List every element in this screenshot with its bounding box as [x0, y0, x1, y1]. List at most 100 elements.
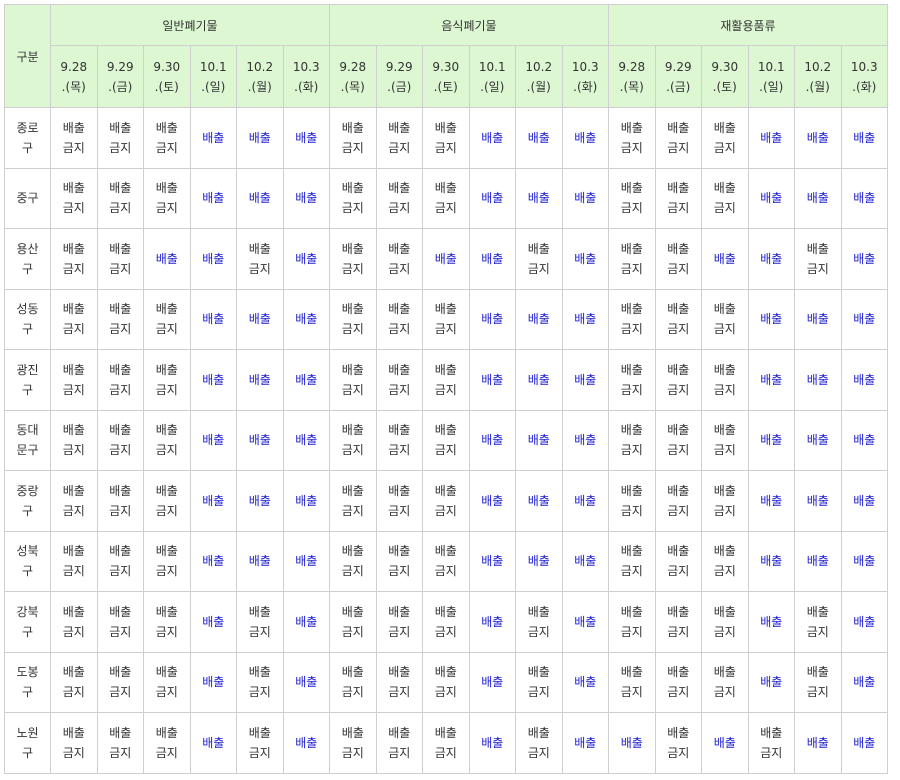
date-day: 10.3 — [571, 59, 599, 74]
date-weekday: .(목) — [619, 79, 644, 94]
date-weekday: .(목) — [61, 79, 86, 94]
date-header: 10.2 .(월) — [515, 45, 563, 108]
district-label: 성동 구 — [16, 302, 39, 337]
district-label: 동대 문구 — [16, 423, 39, 458]
status-allowed: 배출 — [189, 651, 237, 713]
status-allowed: 배출 — [468, 591, 516, 653]
status-banned: 배출 금지 — [654, 591, 702, 653]
status-allowed: 배출 — [561, 530, 609, 592]
category-header: 구분 — [4, 4, 51, 108]
status-label: 배출 — [760, 554, 783, 569]
date-weekday: .(월) — [805, 79, 830, 94]
status-allowed: 배출 — [840, 167, 888, 229]
status-allowed: 배출 — [515, 470, 563, 532]
status-label: 배출 — [481, 372, 504, 387]
status-label: 배출 — [806, 312, 829, 327]
district-name: 광진 구 — [4, 349, 51, 411]
status-banned: 배출 금지 — [375, 530, 423, 592]
status-label: 배출 금지 — [341, 362, 364, 397]
status-allowed: 배출 — [189, 167, 237, 229]
status-banned: 배출 금지 — [329, 349, 377, 411]
status-banned: 배출 금지 — [608, 591, 656, 653]
status-banned: 배출 금지 — [50, 288, 98, 350]
status-label: 배출 금지 — [388, 725, 411, 760]
status-label: 배출 — [853, 735, 876, 750]
status-allowed: 배출 — [468, 107, 516, 169]
status-allowed: 배출 — [515, 409, 563, 471]
status-label: 배출 — [481, 251, 504, 266]
table-row: 성동 구 배출 금지 배출 금지 배출 금지 배출 배출 배출 배출 금지 배출 금지 배출 금지… — [4, 288, 888, 350]
status-allowed: 배출 — [236, 530, 284, 592]
status-banned: 배출 금지 — [608, 288, 656, 350]
status-label: 배출 금지 — [806, 241, 829, 276]
status-banned: 배출 금지 — [143, 288, 191, 350]
status-allowed: 배출 — [282, 591, 330, 653]
date-day: 10.3 — [850, 59, 878, 74]
status-label: 배출 — [574, 614, 597, 629]
date-header: 10.1 .(일) — [747, 45, 795, 108]
status-allowed: 배출 — [282, 288, 330, 350]
status-label: 배출 — [574, 372, 597, 387]
table-row: 강북 구 배출 금지 배출 금지 배출 금지 배출 배출 금지 배출 배출 금지 배출 금지 배출… — [4, 591, 888, 653]
status-allowed: 배출 — [840, 349, 888, 411]
status-label: 배출 — [527, 554, 550, 569]
status-allowed: 배출 — [561, 651, 609, 713]
date-header: 9.28 .(목) — [608, 45, 656, 108]
status-label: 배출 — [760, 614, 783, 629]
status-label: 배출 — [853, 372, 876, 387]
status-label: 배출 금지 — [667, 241, 690, 276]
status-label: 배출 금지 — [620, 120, 643, 155]
status-label: 배출 금지 — [434, 544, 457, 579]
status-allowed: 배출 — [468, 530, 516, 592]
status-label: 배출 — [481, 614, 504, 629]
status-label: 배출 금지 — [341, 241, 364, 276]
date-header: 10.3 .(화) — [282, 45, 330, 108]
status-label: 배출 — [155, 251, 178, 266]
status-label: 배출 금지 — [341, 483, 364, 518]
status-label: 배출 금지 — [527, 604, 550, 639]
status-allowed: 배출 — [747, 409, 795, 471]
status-label: 배출 금지 — [155, 604, 178, 639]
status-label: 배출 — [527, 493, 550, 508]
status-allowed: 배출 — [561, 470, 609, 532]
date-weekday: .(일) — [201, 79, 226, 94]
date-header: 10.1 .(일) — [189, 45, 237, 108]
status-allowed: 배출 — [561, 409, 609, 471]
status-banned: 배출 금지 — [50, 409, 98, 471]
status-label: 배출 — [481, 675, 504, 690]
date-day: 10.1 — [757, 59, 785, 74]
status-label: 배출 — [527, 191, 550, 206]
status-allowed: 배출 — [794, 107, 842, 169]
status-label: 배출 금지 — [341, 604, 364, 639]
status-allowed: 배출 — [747, 651, 795, 713]
status-label: 배출 금지 — [248, 665, 271, 700]
status-label: 배출 — [760, 312, 783, 327]
status-label: 배출 금지 — [248, 725, 271, 760]
date-day: 10.1 — [478, 59, 506, 74]
district-name: 도봉 구 — [4, 651, 51, 713]
date-weekday: .(화) — [573, 79, 598, 94]
status-label: 배출 금지 — [667, 665, 690, 700]
status-label: 배출 금지 — [109, 483, 132, 518]
status-label: 배출 금지 — [667, 302, 690, 337]
district-name: 용산 구 — [4, 228, 51, 290]
status-banned: 배출 금지 — [794, 651, 842, 713]
district-label: 광진 구 — [16, 362, 39, 397]
status-label: 배출 — [434, 251, 457, 266]
status-label: 배출 — [202, 735, 225, 750]
status-banned: 배출 금지 — [143, 591, 191, 653]
date-header: 10.1 .(일) — [468, 45, 516, 108]
status-label: 배출 — [481, 433, 504, 448]
status-label: 배출 — [853, 675, 876, 690]
date-weekday: .(화) — [852, 79, 877, 94]
status-label: 배출 — [202, 614, 225, 629]
status-banned: 배출 금지 — [375, 349, 423, 411]
date-day: 9.29 — [664, 59, 692, 74]
status-allowed: 배출 — [747, 167, 795, 229]
status-banned: 배출 금지 — [608, 167, 656, 229]
status-label: 배출 금지 — [527, 665, 550, 700]
status-label: 배출 — [248, 191, 271, 206]
status-label: 배출 — [295, 675, 318, 690]
district-label: 중랑 구 — [16, 483, 39, 518]
status-label: 배출 — [806, 735, 829, 750]
